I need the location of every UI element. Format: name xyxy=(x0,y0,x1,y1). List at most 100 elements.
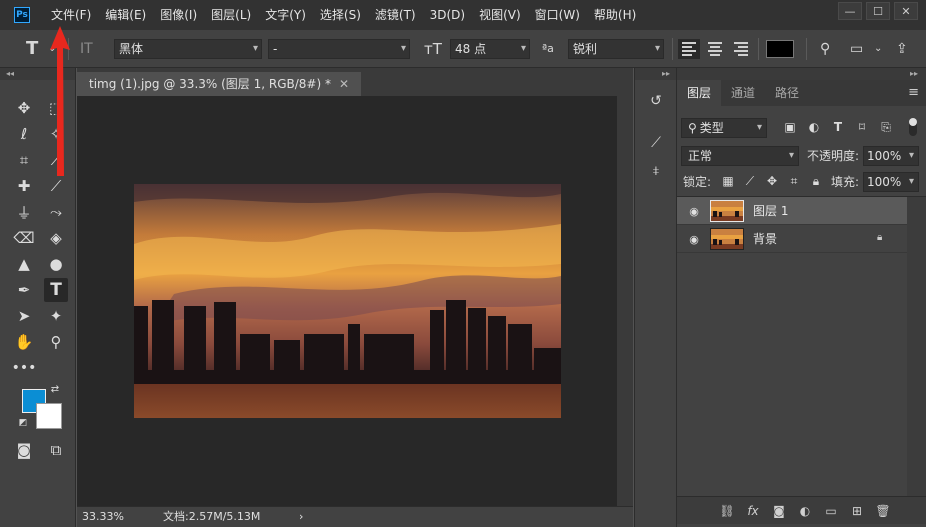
shape-filter-icon[interactable]: ⌑ xyxy=(853,118,871,136)
menu-image[interactable]: 图像(I) xyxy=(153,0,204,30)
dodge-tool-icon[interactable]: ● xyxy=(44,252,68,276)
pixel-filter-icon[interactable]: ▣ xyxy=(781,118,799,136)
menu-3d[interactable]: 3D(D) xyxy=(423,0,472,30)
menu-file[interactable]: 文件(F) xyxy=(44,0,98,30)
screen-mode-icon[interactable]: ⧉ xyxy=(44,438,68,462)
zoom-level[interactable]: 33.33% xyxy=(82,507,124,527)
type-tool-icon[interactable]: T xyxy=(26,39,38,59)
marquee-tool-icon[interactable]: ⬚ xyxy=(44,96,68,120)
blend-mode-select[interactable]: 正常 ▾ xyxy=(681,146,799,166)
path-selection-tool-icon[interactable]: ➤ xyxy=(12,304,36,328)
font-size-select[interactable]: 48 点 ▾ xyxy=(450,39,530,59)
menu-layer[interactable]: 图层(L) xyxy=(204,0,258,30)
restore-button[interactable]: ☐ xyxy=(866,2,890,20)
background-color-swatch[interactable] xyxy=(36,403,62,429)
share-icon[interactable]: ⇪ xyxy=(896,39,908,59)
tab-channels[interactable]: 通道 xyxy=(721,80,765,106)
eraser-tool-icon[interactable]: ⌫ xyxy=(12,226,36,250)
font-style-select[interactable]: - ▾ xyxy=(268,39,410,59)
expand-panels-icon[interactable]: ▸▸ xyxy=(635,68,676,80)
new-group-icon[interactable]: ▭ xyxy=(821,501,841,521)
eyedropper-tool-icon[interactable]: ⟋ xyxy=(44,148,68,172)
minimize-button[interactable]: — xyxy=(838,2,862,20)
lasso-tool-icon[interactable]: ℓ xyxy=(12,122,36,146)
workspace-icon[interactable]: ▭ xyxy=(850,39,863,59)
menu-edit[interactable]: 编辑(E) xyxy=(98,0,153,30)
lock-all-icon[interactable]: 🔒︎ xyxy=(807,172,825,190)
fx-icon[interactable]: fx xyxy=(743,501,763,521)
lock-transparent-icon[interactable]: ▦ xyxy=(719,172,737,190)
menu-window[interactable]: 窗口(W) xyxy=(528,0,587,30)
layer-filter-select[interactable]: ⚲ 类型 ▾ xyxy=(681,118,767,138)
brush-tool-icon[interactable]: ⟋ xyxy=(44,174,68,198)
align-right-icon[interactable] xyxy=(730,39,752,59)
clone-stamp-tool-icon[interactable]: ⏚ xyxy=(12,200,36,224)
tool-preset-chevron-icon[interactable]: ⌄ xyxy=(48,39,56,59)
swap-colors-icon[interactable]: ⇄ xyxy=(48,382,62,396)
tab-paths[interactable]: 路径 xyxy=(765,80,809,106)
tab-layers[interactable]: 图层 xyxy=(677,80,722,106)
link-layers-icon[interactable]: ⛓ xyxy=(717,501,737,521)
layer-row-background[interactable]: ◉ 背景 🔒︎ xyxy=(677,225,907,253)
crop-tool-icon[interactable]: ⌗ xyxy=(12,148,36,172)
trash-icon[interactable]: 🗑︎ xyxy=(873,501,893,521)
brush-panel-icon[interactable]: ⟋ xyxy=(645,132,667,154)
layer-name[interactable]: 背景 xyxy=(753,225,777,253)
collapse-panel-icon[interactable]: ◂◂ xyxy=(0,68,75,80)
close-button[interactable]: ✕ xyxy=(894,2,918,20)
adjustment-layer-icon[interactable]: ◐ xyxy=(795,501,815,521)
menu-filter[interactable]: 滤镜(T) xyxy=(368,0,423,30)
menu-help[interactable]: 帮助(H) xyxy=(587,0,643,30)
vertical-scrollbar[interactable] xyxy=(617,96,633,506)
default-colors-icon[interactable]: ◩ xyxy=(16,416,30,430)
close-icon[interactable]: ✕ xyxy=(339,77,349,91)
magic-wand-tool-icon[interactable]: ✧ xyxy=(44,122,68,146)
menu-type[interactable]: 文字(Y) xyxy=(258,0,313,30)
blur-tool-icon[interactable]: ▲ xyxy=(12,252,36,276)
fill-input[interactable]: 100% ▾ xyxy=(863,172,919,192)
panel-collapse-icon[interactable]: ▸▸ xyxy=(677,68,926,80)
healing-brush-tool-icon[interactable]: ✚ xyxy=(12,174,36,198)
custom-shape-tool-icon[interactable]: ✦ xyxy=(44,304,68,328)
layer-row-layer1[interactable]: ◉ 图层 1 xyxy=(677,197,907,225)
align-left-icon[interactable] xyxy=(678,39,700,59)
filter-toggle[interactable] xyxy=(909,118,917,136)
hand-tool-icon[interactable]: ✋ xyxy=(12,330,36,354)
type-tool-icon[interactable]: T xyxy=(44,278,68,302)
search-icon[interactable]: ⚲ xyxy=(820,39,830,59)
smart-object-filter-icon[interactable]: ⎘ xyxy=(877,118,895,136)
antialias-select[interactable]: 锐利 ▾ xyxy=(568,39,664,59)
paint-bucket-tool-icon[interactable]: ◈ xyxy=(44,226,68,250)
visibility-eye-icon[interactable]: ◉ xyxy=(687,232,701,246)
document-tab[interactable]: timg (1).jpg @ 33.3% (图层 1, RGB/8#) * ✕ xyxy=(77,72,362,96)
history-brush-tool-icon[interactable]: ⤳ xyxy=(44,200,68,224)
quick-mask-icon[interactable]: ◙ xyxy=(12,438,36,462)
type-filter-icon[interactable]: T xyxy=(829,118,847,136)
text-orientation-icon[interactable]: IT xyxy=(80,39,93,59)
lock-artboard-icon[interactable]: ⌗ xyxy=(785,172,803,190)
text-color-swatch[interactable] xyxy=(766,40,794,58)
zoom-tool-icon[interactable]: ⚲ xyxy=(44,330,68,354)
chevron-down-icon[interactable]: ⌄ xyxy=(874,39,882,59)
layers-scrollbar[interactable] xyxy=(907,197,926,496)
align-center-icon[interactable] xyxy=(704,39,726,59)
lock-position-icon[interactable]: ✥ xyxy=(763,172,781,190)
layer-lock-icon[interactable]: 🔒︎ xyxy=(877,232,882,243)
new-layer-icon[interactable]: ⊞ xyxy=(847,501,867,521)
adjustment-filter-icon[interactable]: ◐ xyxy=(805,118,823,136)
move-tool-icon[interactable]: ✥ xyxy=(12,96,36,120)
lock-image-icon[interactable]: ⟋ xyxy=(741,172,759,190)
chevron-right-icon[interactable]: › xyxy=(299,507,303,527)
pen-tool-icon[interactable]: ✒ xyxy=(12,278,36,302)
menu-view[interactable]: 视图(V) xyxy=(472,0,528,30)
sunset-city-image[interactable] xyxy=(134,184,561,418)
visibility-eye-icon[interactable]: ◉ xyxy=(687,204,701,218)
font-family-select[interactable]: 黑体 ▾ xyxy=(114,39,262,59)
opacity-input[interactable]: 100% ▾ xyxy=(863,146,919,166)
history-panel-icon[interactable]: ↺ xyxy=(645,90,667,112)
layer-name[interactable]: 图层 1 xyxy=(753,197,788,225)
more-tools-icon[interactable]: ••• xyxy=(12,356,37,380)
adjustments-panel-icon[interactable]: ⧧ xyxy=(645,160,667,182)
menu-select[interactable]: 选择(S) xyxy=(313,0,368,30)
panel-menu-icon[interactable]: ≡ xyxy=(908,80,919,106)
